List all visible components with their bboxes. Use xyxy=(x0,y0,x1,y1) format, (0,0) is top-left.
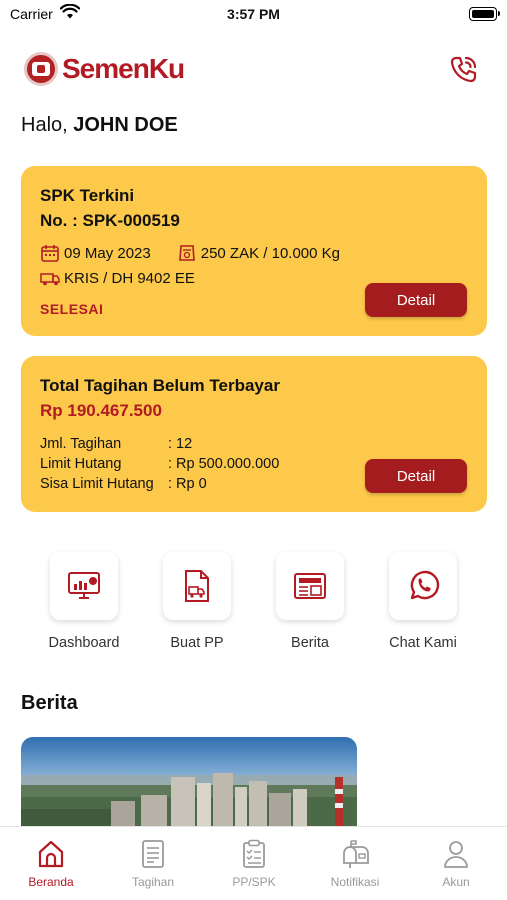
tab-pp-spk[interactable]: PP/SPK xyxy=(204,839,304,889)
brand-logo-icon xyxy=(24,52,58,86)
dashboard-icon xyxy=(50,552,118,620)
bill-row-value: : Rp 500.000.000 xyxy=(168,456,280,472)
spk-info-row: 09 May 2023 250 ZAK / 10.000 Kg xyxy=(40,244,340,262)
cement-bag-icon xyxy=(177,244,197,262)
home-icon xyxy=(36,839,66,869)
news-image xyxy=(21,737,357,832)
mailbox-icon xyxy=(340,839,370,869)
call-button[interactable] xyxy=(445,52,481,88)
shortcut-chat-kami[interactable]: Chat Kami xyxy=(368,552,478,651)
battery-icon xyxy=(469,7,500,21)
bill-row-label: Sisa Limit Hutang xyxy=(40,476,154,492)
status-badge: SELESAI xyxy=(40,301,104,317)
bottom-tab-bar: Beranda Tagihan PP/SPK Notifikasi Akun xyxy=(0,826,507,900)
bill-row-label: Jml. Tagihan xyxy=(40,436,122,452)
status-time: 3:57 PM xyxy=(227,6,280,22)
greeting-prefix: Halo, xyxy=(21,114,74,136)
spk-detail-button[interactable]: Detail xyxy=(365,283,467,317)
calendar-icon xyxy=(40,244,60,262)
spk-quantity: 250 ZAK / 10.000 Kg xyxy=(200,244,340,262)
user-name: JOHN DOE xyxy=(73,114,178,136)
shortcut-label: Dashboard xyxy=(48,635,120,651)
spk-date: 09 May 2023 xyxy=(64,244,151,262)
tab-tagihan[interactable]: Tagihan xyxy=(103,839,203,889)
shortcut-label: Berita xyxy=(291,635,329,651)
spk-vehicle: KRIS / DH 9402 EE xyxy=(64,269,195,287)
shortcut-buat-pp[interactable]: Buat PP xyxy=(142,552,252,651)
status-bar: Carrier 3:57 PM xyxy=(0,0,507,28)
clipboard-icon xyxy=(239,839,269,869)
latest-spk-card: SPK Terkini No. : SPK-000519 09 May 2023… xyxy=(21,166,487,336)
truck-icon xyxy=(40,269,60,287)
tab-akun[interactable]: Akun xyxy=(406,839,506,889)
spk-number: No. : SPK-000519 xyxy=(40,211,180,230)
document-truck-icon xyxy=(163,552,231,620)
bill-row-limit: Limit Hutang : Rp 500.000.000 xyxy=(40,456,279,472)
bill-row-remaining: Sisa Limit Hutang : Rp 0 xyxy=(40,476,207,492)
phone-icon xyxy=(450,56,477,83)
shortcut-menu: Dashboard Buat PP Berita Chat Kami xyxy=(0,552,507,662)
unpaid-bill-card: Total Tagihan Belum Terbayar Rp 190.467.… xyxy=(21,356,487,512)
news-section-title: Berita xyxy=(21,692,78,714)
news-icon xyxy=(276,552,344,620)
user-icon xyxy=(441,839,471,869)
shortcut-dashboard[interactable]: Dashboard xyxy=(29,552,139,651)
tab-notifikasi[interactable]: Notifikasi xyxy=(305,839,405,889)
shortcut-label: Buat PP xyxy=(170,635,224,651)
brand-logo: SemenKu xyxy=(24,52,185,86)
invoice-icon xyxy=(138,839,168,869)
app-header: SemenKu xyxy=(0,48,507,92)
tab-label: Akun xyxy=(442,875,470,889)
bill-detail-button[interactable]: Detail xyxy=(365,459,467,493)
tab-label: Notifikasi xyxy=(330,875,380,889)
brand-name: SemenKu xyxy=(62,53,185,84)
bill-amount: Rp 190.467.500 xyxy=(40,401,162,420)
tab-label: PP/SPK xyxy=(232,875,276,889)
tab-beranda[interactable]: Beranda xyxy=(1,839,101,889)
bill-row-label: Limit Hutang xyxy=(40,456,122,472)
bill-row-value: : Rp 0 xyxy=(168,476,207,492)
news-card[interactable] xyxy=(21,737,357,832)
bill-row-value: : 12 xyxy=(168,436,193,452)
spk-card-title: SPK Terkini xyxy=(40,186,135,205)
greeting: Halo, JOHN DOE xyxy=(21,114,178,137)
bill-card-title: Total Tagihan Belum Terbayar xyxy=(40,376,280,395)
tab-label: Tagihan xyxy=(131,875,175,889)
whatsapp-icon xyxy=(389,552,457,620)
shortcut-label: Chat Kami xyxy=(389,635,457,651)
shortcut-berita[interactable]: Berita xyxy=(255,552,365,651)
spk-vehicle-row: KRIS / DH 9402 EE xyxy=(40,269,195,287)
tab-label: Beranda xyxy=(28,875,74,889)
bill-row-count: Jml. Tagihan : 12 xyxy=(40,436,192,452)
